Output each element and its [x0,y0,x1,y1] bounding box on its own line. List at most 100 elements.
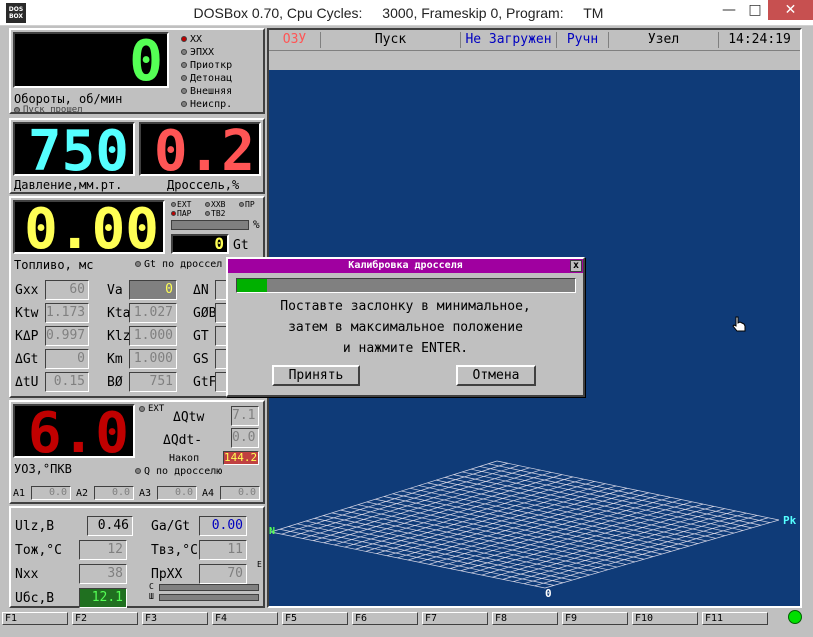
radio-dot-icon [205,202,210,207]
rpm-panel: 0 XX ЭПХХ Приоткр Детонац Внешняя Неиспр. Обо… [9,28,265,115]
fuel-option-label: ПР [245,200,255,209]
q-by-throttle-option[interactable]: Q по дросселю [135,466,222,477]
fuel-option[interactable]: TB2 [205,209,225,218]
rpm-mode-option[interactable]: Внешняя [181,86,232,99]
function-key-7[interactable]: F7 [422,612,488,625]
dialog-line-3: и нажмите ENTER. [342,341,469,356]
title-part-3: TM [583,5,604,21]
maximize-button[interactable]: □ [742,0,768,20]
function-key-bar: F1 F2 F3 F4 F5 F6 F7 F8 F9 F10 F11 [0,612,813,637]
pressure-display: 750 [13,122,135,180]
function-key-5[interactable]: F5 [282,612,348,625]
load-status: Не Загружен [461,32,557,48]
mesh-line [366,501,645,560]
nakop-label: Накоп [169,453,200,464]
fuel-display: 0.00 [13,200,165,258]
function-key-10[interactable]: F10 [632,612,698,625]
mesh-line [279,528,555,586]
uoz-ext-option[interactable]: EXT [139,404,164,414]
function-key-3[interactable]: F3 [142,612,208,625]
dos-screen: 0 XX ЭПХХ Приоткр Детонац Внешняя Неиспр. Обо… [0,26,813,637]
param-label: Gxx [15,283,39,298]
dqdt-field: 0.0 [231,428,259,448]
uoz-ext-dot [139,405,145,412]
window-titlebar: DOS BOX DOSBox 0.70, Cpu Cycles: 3000, F… [0,0,813,26]
param-field: 1.000 [129,326,177,346]
function-key-8[interactable]: F8 [492,612,558,625]
rpm-mode-option[interactable]: Неиспр. [181,99,232,112]
param-label: Ktw [15,306,39,321]
sensors-panel: Ulz,B 0.46 Ga/Gt 0.00 Tож,°C 12 Tвз,°C 11 Nxx 38 П… [9,506,265,608]
function-key-6[interactable]: F6 [352,612,418,625]
rpm-mode-option[interactable]: XX [181,34,232,47]
dialog-close-button[interactable]: x [570,260,582,272]
gt-display: 0 [171,234,229,254]
start-indicator: Пуск прошел [14,105,83,115]
rpm-display: 0 [13,32,169,90]
rpm-mode-label: Приоткр [190,60,233,71]
fuel-option-label: EXT [177,200,192,209]
function-key-2[interactable]: F2 [72,612,138,625]
sensor-field: 12.1 [79,588,127,608]
fuel-option-label: TB2 [211,209,226,218]
param-label: KΔP [15,329,39,344]
status-bar: ОЗУ Пуск Не Загружен Ручн Узел 14:24:19 [269,30,800,50]
param-field: 0.997 [45,326,89,346]
mesh-line [331,512,609,571]
radio-dot-icon [181,101,187,107]
rpm-mode-option[interactable]: Детонац [181,73,232,86]
param-label: Kta [107,306,131,321]
param-label: Va [107,283,123,298]
mesh-line [270,531,546,589]
fuel-option[interactable]: ПР [239,200,255,209]
mesh-line [492,508,725,578]
mesh-line [534,517,769,587]
close-window-button[interactable]: ✕ [768,0,813,20]
fuel-option[interactable]: XXB [205,200,225,209]
mesh-line [513,512,747,582]
a-field: 0.0 [220,486,260,500]
dqtw-label: ΔQtw [173,410,205,425]
axis-n-label: N [269,526,275,537]
uoz-ext-label: EXT [148,404,165,414]
pressure-throttle-panel: 750 0.2 Давление,мм.рт. Дроссель,% [9,118,265,194]
plot-toolbar [269,50,800,70]
function-key-1[interactable]: F1 [2,612,68,625]
param-label: Km [107,352,123,367]
param-label: ΔGt [15,352,39,367]
fuel-option[interactable]: EXT [171,200,191,209]
rpm-mode-option[interactable]: ЭПХХ [181,47,232,60]
a-label: A2 [76,488,89,499]
param-field: 1.000 [129,349,177,369]
param-label: GS [193,352,209,367]
uoz-display: 6.0 [13,404,135,462]
rpm-label: Обороты, об/мин [14,92,123,106]
rpm-mode-option[interactable]: Приоткр [181,60,232,73]
sensor-field: 0.00 [199,516,247,536]
fuel-option[interactable]: ПАР [171,209,191,218]
rpm-mode-label: XX [190,34,203,45]
param-label: GØB [193,306,217,321]
pusk-status: Пуск [321,32,461,48]
gt-by-throttle-option[interactable]: Gt по дроссел [135,259,222,270]
cancel-button[interactable]: Отмена [456,365,536,386]
mesh-line [340,509,618,568]
calibration-progress-fill [237,279,268,292]
throttle-calibration-dialog: Калибровка дросселя x Поставте заслонку … [226,257,585,397]
minimize-button[interactable]: — [716,0,742,20]
window-title: DOSBox 0.70, Cpu Cycles: 3000, Frameskip… [0,5,813,21]
function-key-9[interactable]: F9 [562,612,628,625]
calibration-progress-bar [236,278,576,293]
mesh-line [297,523,573,581]
function-key-4[interactable]: F4 [212,612,278,625]
function-key-11[interactable]: F11 [702,612,768,625]
accept-button[interactable]: Принять [272,365,360,386]
pressure-label: Давление,мм.рт. [14,178,123,192]
sh-bar [159,594,259,601]
a-label: A3 [139,488,152,499]
param-field: 1.027 [129,303,177,323]
mode-status: Ручн [557,32,609,48]
q-by-throttle-dot [135,468,141,474]
sh-label: Ш [149,592,154,601]
mesh-line [502,510,736,580]
